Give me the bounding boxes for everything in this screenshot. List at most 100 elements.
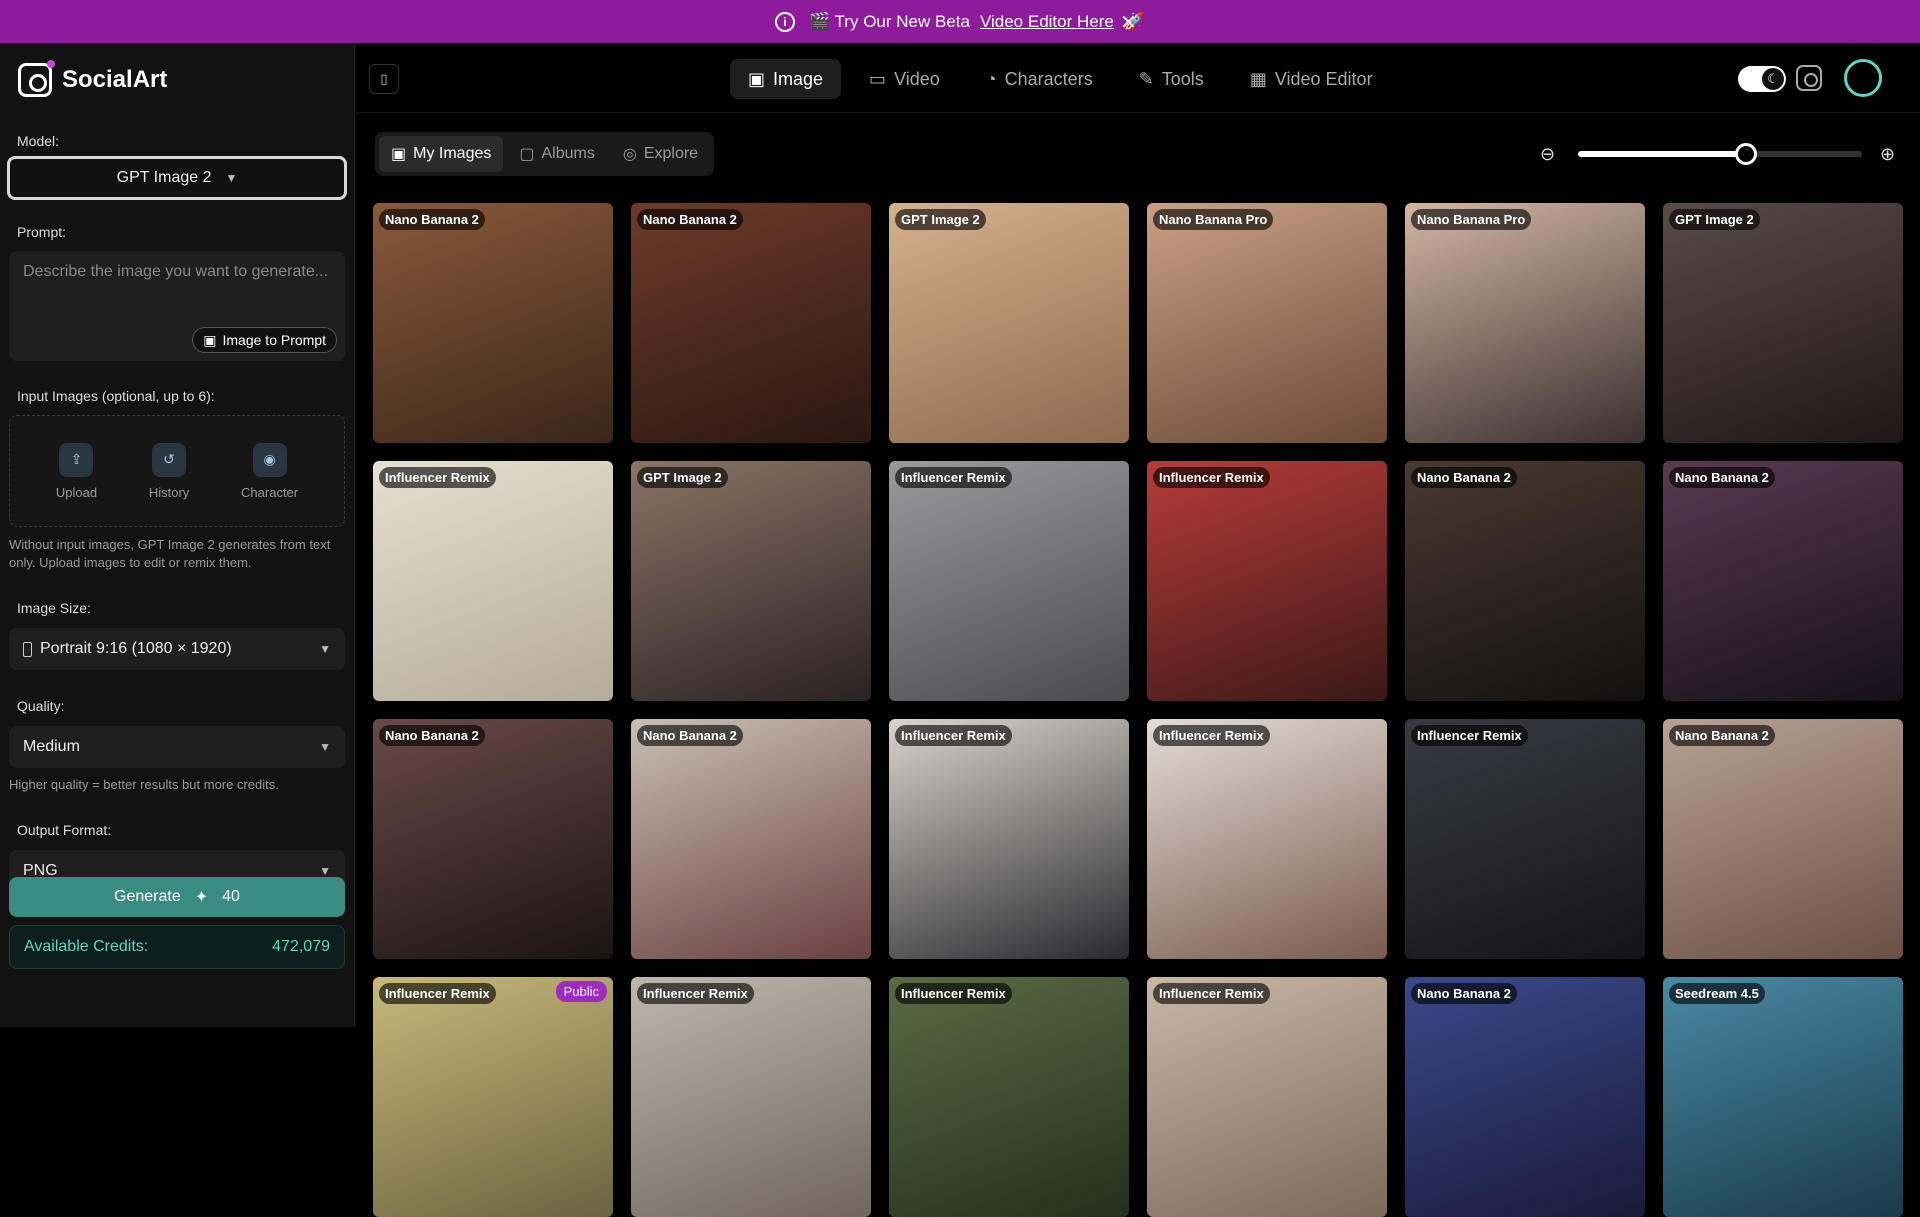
gallery-card[interactable]: Influencer Remix — [631, 977, 871, 1217]
gallery-card[interactable]: GPT Image 2 — [1663, 203, 1903, 443]
brand-logo[interactable]: SocialArt — [18, 60, 168, 97]
image-icon: ▣ — [748, 68, 766, 89]
chevron-down-icon: ▼ — [225, 171, 238, 185]
zoom-slider[interactable] — [1578, 143, 1862, 165]
image-size-select[interactable]: Portrait 9:16 (1080 × 1920) ▼ — [9, 628, 345, 670]
input-images-label: Input Images (optional, up to 6): — [17, 388, 215, 404]
tab-characters[interactable]: ◔ Characters — [968, 59, 1111, 99]
tab-my-images-label: My Images — [413, 145, 492, 162]
wrench-icon: ✎ — [1138, 68, 1154, 89]
gallery-card[interactable]: Nano Banana 2 — [631, 719, 871, 959]
banner-close-icon[interactable]: ✕ — [1120, 10, 1137, 35]
gallery-card[interactable]: Nano Banana Pro — [1147, 203, 1387, 443]
gallery-card[interactable]: Influencer Remix — [1147, 461, 1387, 701]
image-gallery: Nano Banana 2 Nano Banana 2 GPT Image 2 Nan… — [373, 203, 1904, 1217]
model-value: GPT Image 2 — [116, 169, 212, 186]
banner-video-editor-link[interactable]: Video Editor Here — [980, 12, 1114, 32]
image-icon: ▣ — [203, 331, 217, 348]
history-icon: ↺ — [152, 442, 187, 477]
theme-toggle[interactable] — [1738, 66, 1786, 92]
gallery-card[interactable]: Influencer Remix Public — [373, 977, 613, 1217]
chevron-down-icon: ▼ — [319, 642, 331, 656]
zoom-slider-fill — [1578, 151, 1746, 157]
history-label: History — [148, 484, 190, 500]
gallery-card[interactable]: GPT Image 2 — [889, 203, 1129, 443]
gallery-card[interactable]: Influencer Remix — [373, 461, 613, 701]
tab-albums[interactable]: ▢ Albums — [507, 136, 606, 172]
gallery-card[interactable]: Influencer Remix — [889, 461, 1129, 701]
zoom-slider-handle[interactable] — [1734, 143, 1757, 165]
gallery-card[interactable]: Influencer Remix — [889, 977, 1129, 1217]
portrait-icon — [23, 641, 32, 657]
model-tag: Influencer Remix — [1153, 467, 1270, 488]
model-tag: Nano Banana Pro — [1411, 209, 1532, 230]
avatar[interactable] — [1844, 59, 1882, 97]
model-tag: Influencer Remix — [637, 983, 754, 1004]
model-select[interactable]: GPT Image 2 ▼ — [7, 156, 347, 200]
tab-video[interactable]: ▭ Video — [851, 59, 958, 99]
tab-image-label: Image — [773, 68, 824, 89]
tab-video-label: Video — [894, 68, 940, 89]
tab-my-images[interactable]: ▣ My Images — [379, 136, 504, 172]
tab-explore-label: Explore — [643, 145, 699, 162]
model-tag: Influencer Remix — [1411, 725, 1528, 746]
tab-image[interactable]: ▣ Image — [730, 59, 842, 99]
model-tag: Nano Banana 2 — [1411, 983, 1517, 1004]
image-to-prompt-button[interactable]: ▣ Image to Prompt — [192, 327, 337, 353]
gallery-card[interactable]: GPT Image 2 — [631, 461, 871, 701]
gallery-card[interactable]: Nano Banana 2 — [1663, 719, 1903, 959]
prompt-placeholder: Describe the image you want to generate.… — [23, 263, 329, 280]
gallery-card[interactable]: Influencer Remix — [1405, 719, 1645, 959]
tab-video-editor-label: Video Editor — [1274, 68, 1373, 89]
tab-tools-label: Tools — [1161, 68, 1204, 89]
upload-slot[interactable]: ⇪ Upload — [55, 442, 98, 500]
quality-hint: Higher quality = better results but more… — [9, 777, 279, 792]
brand-logo-icon — [18, 60, 55, 97]
credits-label: Available Credits: — [24, 938, 149, 955]
prompt-textarea[interactable]: Describe the image you want to generate.… — [9, 251, 345, 361]
announcement-banner: i 🎬 Try Our New Beta Video Editor Here 🚀… — [0, 0, 1920, 43]
brand-name: SocialArt — [62, 66, 168, 93]
gallery-card[interactable]: Nano Banana 2 — [631, 203, 871, 443]
character-icon: ◉ — [252, 442, 287, 477]
sidebar-toggle-icon[interactable]: ▯ — [369, 64, 399, 94]
gallery-card[interactable]: Nano Banana 2 — [1663, 461, 1903, 701]
upload-label: Upload — [55, 484, 98, 500]
gallery-card[interactable]: Nano Banana 2 — [373, 719, 613, 959]
gallery-card[interactable]: Nano Banana 2 — [1405, 977, 1645, 1217]
tab-video-editor[interactable]: ▦ Video Editor — [1232, 59, 1391, 99]
gallery-card[interactable]: Nano Banana Pro — [1405, 203, 1645, 443]
gallery-card[interactable]: Influencer Remix — [889, 719, 1129, 959]
generate-button[interactable]: Generate ✦ 40 — [9, 877, 345, 917]
model-tag: Influencer Remix — [895, 467, 1012, 488]
history-slot[interactable]: ↺ History — [148, 442, 190, 500]
tab-tools[interactable]: ✎ Tools — [1121, 59, 1222, 99]
gallery-tabs: ▣ My Images ▢ Albums ◎ Explore — [375, 132, 715, 176]
tab-explore[interactable]: ◎ Explore — [611, 136, 710, 172]
model-tag: Nano Banana Pro — [1153, 209, 1274, 230]
person-icon: ◔ — [985, 68, 997, 89]
gallery-card[interactable]: Nano Banana 2 — [373, 203, 613, 443]
model-tag: Influencer Remix — [895, 725, 1012, 746]
film-icon: ▦ — [1249, 68, 1267, 89]
generate-cost: 40 — [222, 888, 240, 905]
zoom-in-icon[interactable]: ⊕ — [1880, 144, 1900, 165]
zoom-out-icon[interactable]: ⊖ — [1540, 144, 1560, 165]
quality-select[interactable]: Medium ▼ — [9, 726, 345, 768]
quality-label: Quality: — [17, 698, 65, 714]
output-format-label: Output Format: — [17, 822, 112, 838]
gallery-card[interactable]: Seedream 4.5 — [1663, 977, 1903, 1217]
character-label: Character — [241, 484, 299, 500]
input-images-dropzone[interactable]: ⇪ Upload ↺ History ◉ Character — [9, 415, 345, 527]
gallery-card[interactable]: Influencer Remix — [1147, 719, 1387, 959]
gallery-card[interactable]: Influencer Remix — [1147, 977, 1387, 1217]
image-size-label: Image Size: — [17, 600, 91, 616]
gallery-card[interactable]: Nano Banana 2 — [1405, 461, 1645, 701]
image-to-prompt-label: Image to Prompt — [222, 332, 327, 348]
main-tabs: ▣ Image ▭ Video ◔ Characters ✎ Tools ▦ V… — [730, 59, 1391, 99]
banner-text: 🎬 Try Our New Beta — [808, 11, 970, 31]
character-slot[interactable]: ◉ Character — [241, 442, 299, 500]
model-tag: Nano Banana 2 — [1669, 467, 1775, 488]
instagram-icon[interactable] — [1796, 65, 1822, 91]
public-badge: Public — [555, 981, 607, 1002]
